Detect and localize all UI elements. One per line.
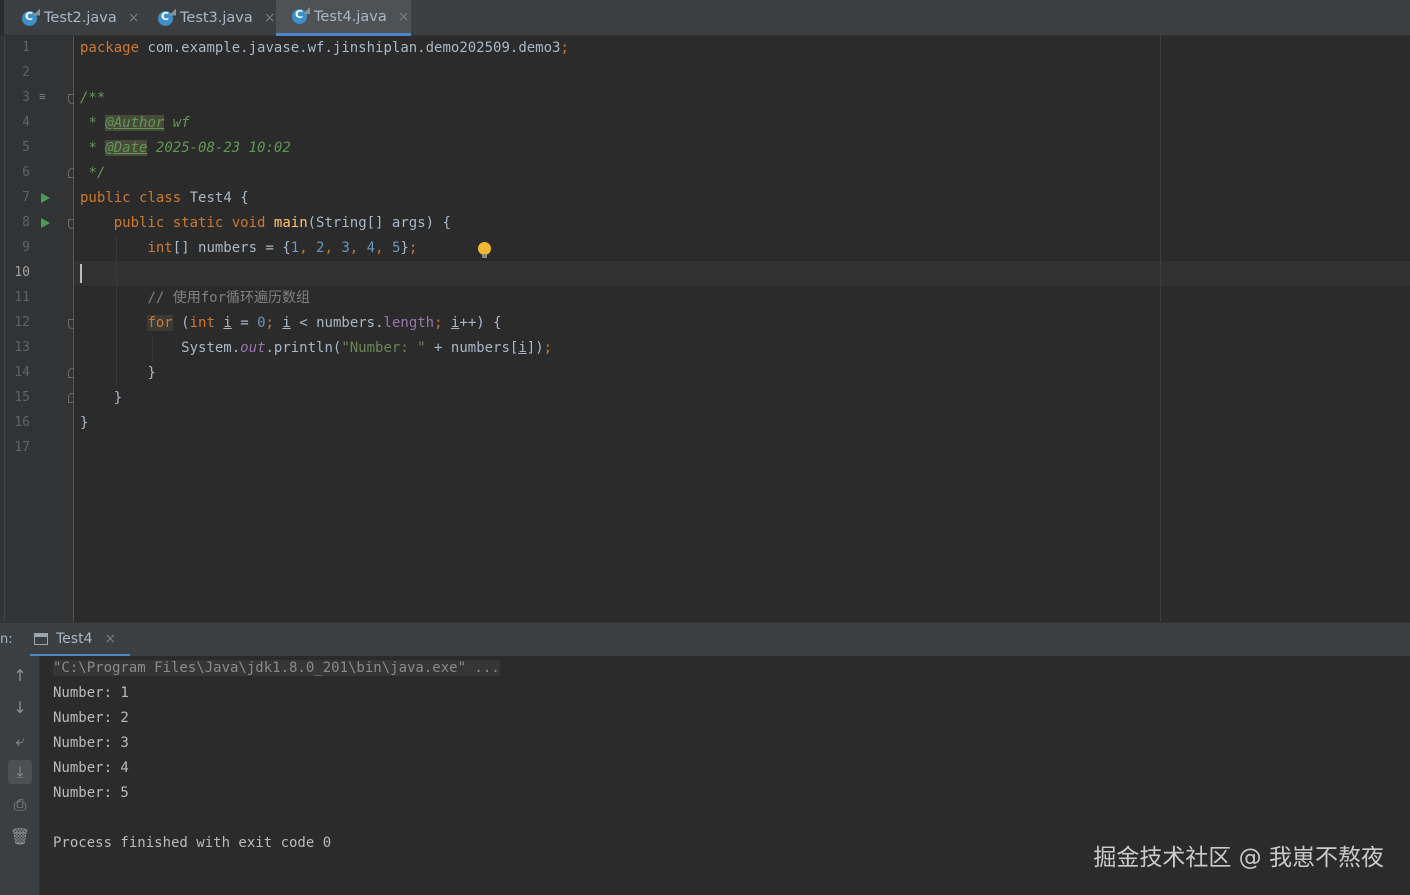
right-margin-guide [1160, 36, 1161, 622]
arrow-up-icon[interactable]: ↑ [8, 664, 32, 688]
run-tab-label: Test4 [56, 630, 93, 647]
scroll-to-end-icon[interactable]: ⤓ [8, 760, 32, 784]
console-output-line: Number: 3 [53, 735, 129, 751]
tab-test4-label: Test4.java [314, 8, 387, 25]
run-main-icon[interactable] [41, 218, 50, 228]
code-line-16[interactable]: } [80, 411, 88, 436]
console-output-line: Number: 1 [53, 685, 129, 701]
line-number: 14 [14, 365, 30, 380]
line-number: 4 [22, 115, 30, 130]
code-line-13[interactable]: System.out.println("Number: " + numbers[… [80, 336, 552, 361]
console-output-line: Number: 5 [53, 785, 129, 801]
console-output-line: Number: 2 [53, 710, 129, 726]
code-line-8[interactable]: public static void main(String[] args) { [80, 211, 451, 236]
line-number: 1 [22, 40, 30, 55]
tab-bar-edge [0, 0, 4, 36]
line-number: 12 [14, 315, 30, 330]
tab-test3[interactable]: Test3.java × [142, 0, 276, 36]
run-toolbar: ↑ ↓ ⤶ ⤓ ⎙ 🗑 [0, 656, 40, 895]
code-line-3[interactable]: /** [80, 86, 105, 111]
run-tool-header: n: Test4 × [0, 622, 1410, 657]
line-number: 6 [22, 165, 30, 180]
line-number: 8 [22, 215, 30, 230]
print-icon[interactable]: ⎙ [8, 793, 32, 817]
line-number: 15 [14, 390, 30, 405]
java-class-icon [22, 10, 37, 26]
code-line-12[interactable]: for (int i = 0; i < numbers.length; i++)… [80, 311, 502, 336]
text-caret [80, 264, 82, 283]
code-line-4[interactable]: * @Author wf [80, 111, 190, 136]
console-finish-line: Process finished with exit code 0 [53, 835, 332, 851]
intention-bulb-icon[interactable] [478, 242, 491, 258]
close-icon[interactable]: × [128, 10, 140, 26]
code-line-11[interactable]: // 使用for循环遍历数组 [80, 286, 310, 311]
watermark: 掘金技术社区 @ 我崽不熬夜 [1093, 845, 1384, 871]
tab-test4[interactable]: Test4.java × [276, 0, 411, 36]
line-number: 3 [22, 90, 30, 105]
tab-test2-label: Test2.java [44, 10, 117, 26]
editor-tab-bar: Test2.java × Test3.java × Test4.java × [0, 0, 1410, 36]
code-line-1[interactable]: package com.example.javase.wf.jinshiplan… [80, 36, 569, 61]
close-icon[interactable]: × [398, 9, 410, 25]
line-number: 16 [14, 415, 30, 430]
console-command-line: "C:\Program Files\Java\jdk1.8.0_201\bin\… [53, 660, 500, 676]
line-number: 11 [14, 290, 30, 305]
run-class-icon[interactable] [41, 193, 50, 203]
code-line-7[interactable]: public class Test4 { [80, 186, 249, 211]
code-line-14[interactable]: } [80, 361, 155, 386]
console-output-line: Number: 4 [53, 760, 129, 776]
line-number: 9 [22, 240, 30, 255]
run-tab-test4[interactable]: Test4 × [30, 623, 131, 657]
tab-test2[interactable]: Test2.java × [6, 0, 142, 36]
line-number: 5 [22, 140, 30, 155]
line-number: 7 [22, 190, 30, 205]
current-line-highlight [74, 261, 1410, 286]
close-icon[interactable]: × [104, 631, 116, 647]
console-icon [34, 632, 48, 645]
trash-icon[interactable]: 🗑 [8, 825, 32, 849]
java-class-icon [158, 10, 173, 26]
code-line-9[interactable]: int[] numbers = {1, 2, 3, 4, 5}; [80, 236, 417, 261]
line-number: 17 [14, 440, 30, 455]
tab-test3-label: Test3.java [180, 10, 253, 26]
doc-render-icon[interactable]: ≡ [39, 90, 46, 103]
line-number: 13 [14, 340, 30, 355]
line-number: 10 [14, 265, 30, 280]
line-number: 2 [22, 65, 30, 80]
code-line-15[interactable]: } [80, 386, 122, 411]
run-label: n: [0, 632, 13, 647]
arrow-down-icon[interactable]: ↓ [8, 696, 32, 720]
code-line-5[interactable]: * @Date 2025-08-23 10:02 [80, 136, 291, 161]
soft-wrap-icon[interactable]: ⤶ [8, 729, 32, 753]
close-icon[interactable]: × [264, 10, 276, 26]
java-class-icon [292, 8, 307, 24]
code-line-6[interactable]: */ [80, 161, 105, 186]
